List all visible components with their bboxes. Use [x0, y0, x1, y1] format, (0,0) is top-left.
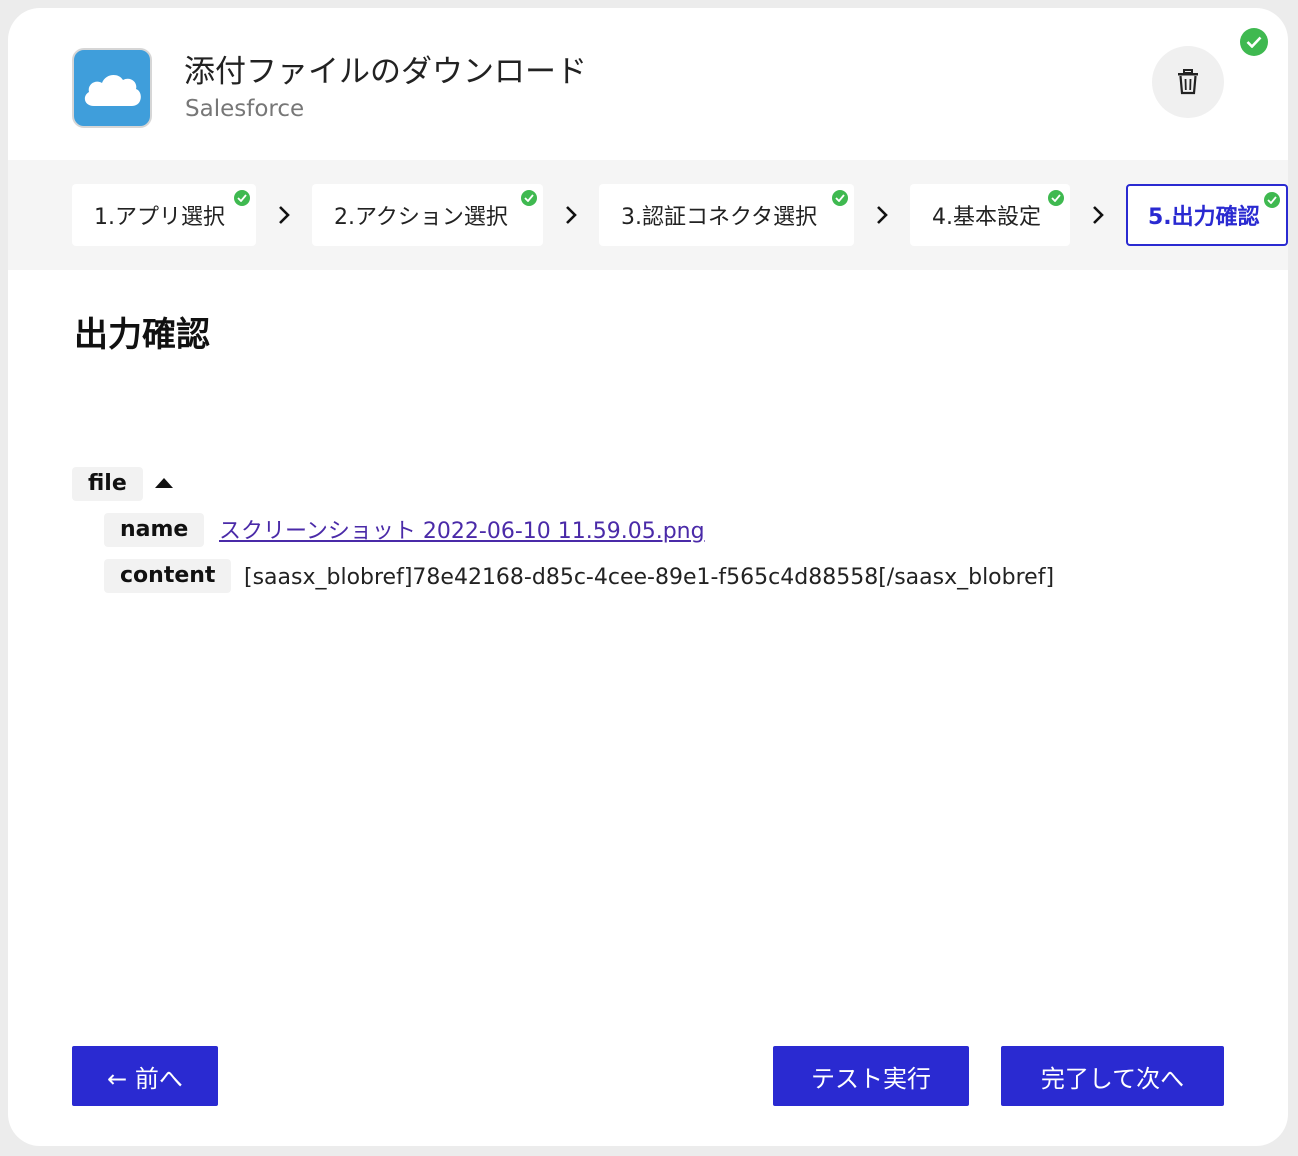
- check-circle-icon: [521, 190, 537, 206]
- output-value-content: [saasx_blobref]78e42168-d85c-4cee-89e1-f…: [244, 565, 1055, 590]
- step-progress-bar: 1.アプリ選択 2.アクション選択 3.認証コネクタ選択 4.基本設定 5.出力…: [8, 160, 1288, 270]
- step-app-select[interactable]: 1.アプリ選択: [72, 184, 256, 246]
- chevron-right-icon: [1093, 206, 1104, 224]
- check-circle-icon: [1240, 28, 1268, 56]
- chevron-right-icon: [877, 206, 888, 224]
- cloud-icon: [84, 74, 141, 106]
- step-label: 2.アクション選択: [334, 205, 508, 230]
- chevron-right-icon: [279, 206, 290, 224]
- output-key-content: content: [104, 559, 232, 593]
- output-key-file: file: [72, 467, 143, 501]
- check-circle-icon: [1048, 190, 1064, 206]
- check-circle-icon: [1264, 192, 1280, 208]
- step-label: 1.アプリ選択: [94, 205, 225, 230]
- step-action-select[interactable]: 2.アクション選択: [312, 184, 543, 246]
- check-circle-icon: [832, 190, 848, 206]
- finish-next-button[interactable]: 完了して次へ: [1001, 1046, 1224, 1106]
- step-connector-select[interactable]: 3.認証コネクタ選択: [599, 184, 854, 246]
- step-label: 5.出力確認: [1148, 205, 1260, 230]
- delete-button[interactable]: [1152, 46, 1224, 118]
- step-basic-settings[interactable]: 4.基本設定: [910, 184, 1070, 246]
- output-key-name: name: [104, 513, 205, 547]
- trash-icon: [1178, 69, 1198, 95]
- check-circle-icon: [234, 190, 250, 206]
- step-label: 3.認証コネクタ選択: [621, 205, 818, 230]
- caret-up-icon[interactable]: [154, 476, 174, 490]
- prev-button[interactable]: ← 前へ: [72, 1046, 218, 1106]
- output-value-name-link[interactable]: スクリーンショット 2022-06-10 11.59.05.png: [219, 515, 705, 549]
- test-run-button[interactable]: テスト実行: [773, 1046, 969, 1106]
- step-editor-card: 添付ファイルのダウンロード Salesforce 1.アプリ選択 2.アクション…: [8, 8, 1288, 1146]
- step-output-confirm[interactable]: 5.出力確認: [1126, 184, 1288, 246]
- app-name: Salesforce: [185, 96, 305, 122]
- chevron-right-icon: [566, 206, 577, 224]
- action-title: 添付ファイルのダウンロード: [184, 54, 587, 90]
- step-label: 4.基本設定: [932, 205, 1041, 230]
- section-title: 出力確認: [74, 315, 210, 355]
- salesforce-app-icon: [72, 48, 152, 128]
